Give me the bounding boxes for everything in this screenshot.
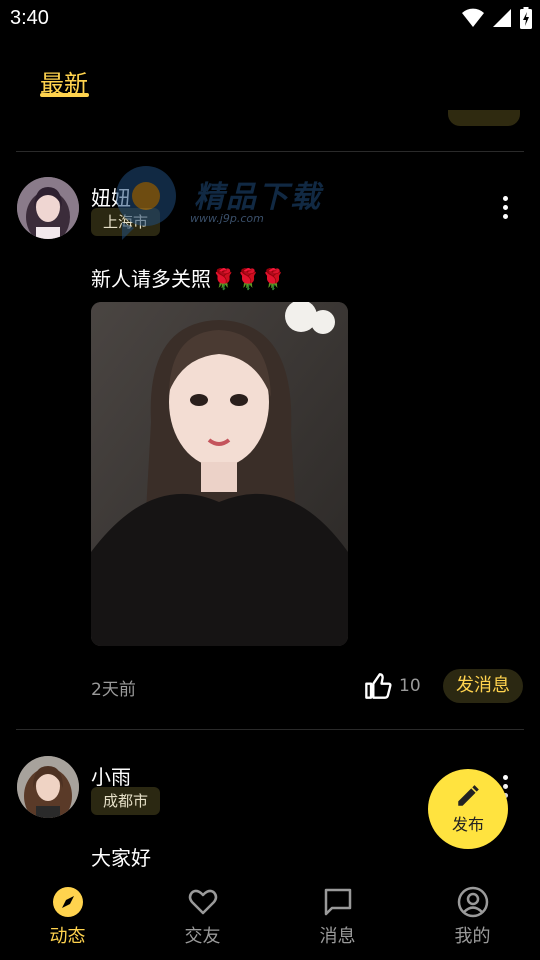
wifi-icon [462,8,484,27]
watermark-logo [116,166,176,240]
username[interactable]: 小雨 [91,761,131,790]
post-text: 大家好 [91,846,151,870]
post-divider [16,151,524,152]
profile-icon [457,886,488,918]
nav-label: 交友 [184,926,221,947]
send-message-button[interactable]: 发消息 [443,669,523,703]
post-photo[interactable] [91,302,348,646]
avatar-image [17,177,79,239]
city-tag: 成都市 [91,787,161,815]
bottom-nav: 动态 交友 消息 我的 [0,872,540,960]
publish-button[interactable]: 发布 [428,769,508,849]
nav-label: 动态 [49,926,86,947]
watermark-text: 精品下载 [194,180,322,215]
post-photo-image [91,302,348,646]
like-count: 10 [399,676,421,696]
watermark: 精品下载 www.j9p.com [112,162,342,240]
nav-label: 消息 [319,926,356,947]
post-time: 2天前 [91,680,136,700]
thumbs-up-icon[interactable] [364,672,392,700]
status-bar: 3:40 [0,0,540,38]
nav-item-messages[interactable]: 消息 [270,872,405,960]
avatar[interactable] [17,756,79,818]
avatar-image [17,756,79,818]
status-time: 3:40 [10,7,49,29]
publish-label: 发布 [451,815,484,834]
nav-label: 我的 [454,926,491,947]
tab-latest-underline [40,93,89,97]
status-icons [462,6,532,30]
battery-icon [520,7,532,29]
avatar[interactable] [17,177,79,239]
nav-item-feed[interactable]: 动态 [0,872,135,960]
compass-icon [52,887,83,917]
nav-item-profile[interactable]: 我的 [405,872,540,960]
chat-icon [324,888,351,916]
post-text: 新人请多关照🌹🌹🌹 [91,267,286,291]
watermark-url: www.j9p.com [190,212,264,225]
post-divider [16,729,524,730]
previous-message-button[interactable] [448,110,520,126]
more-options-button[interactable] [493,191,517,223]
nav-item-friends[interactable]: 交友 [135,872,270,960]
signal-icon [493,9,511,27]
heart-icon [188,889,217,915]
pencil-icon [458,785,479,806]
